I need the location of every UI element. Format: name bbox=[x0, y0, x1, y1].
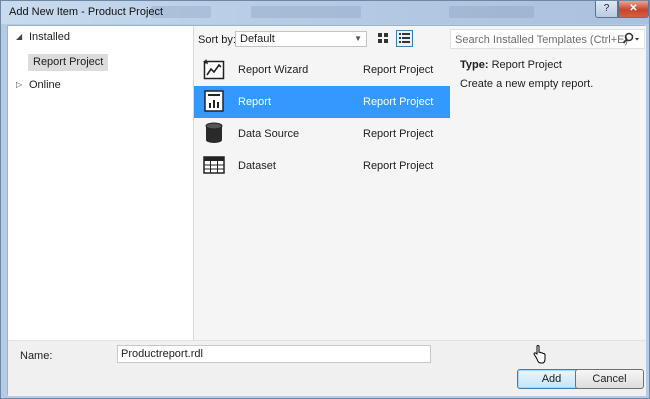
sort-by-value: Default bbox=[240, 33, 275, 45]
search-icon[interactable] bbox=[622, 32, 640, 46]
template-name: Dataset bbox=[238, 160, 276, 172]
chevron-down-icon: ▼ bbox=[354, 34, 362, 43]
template-category: Report Project bbox=[363, 128, 434, 140]
sort-by-dropdown[interactable]: Default ▼ bbox=[235, 31, 367, 47]
tree-node-report-project[interactable]: Report Project bbox=[28, 54, 109, 71]
template-type: Type: Report Project bbox=[460, 59, 562, 71]
title-bar[interactable]: Add New Item - Product Project ? ✕ bbox=[1, 1, 649, 24]
report-wizard-icon bbox=[203, 59, 225, 80]
template-category: Report Project bbox=[363, 96, 434, 108]
grid-view-button[interactable] bbox=[375, 30, 392, 47]
background-window-ghost bbox=[449, 6, 534, 18]
template-item-report-wizard[interactable]: Report Wizard Report Project bbox=[194, 54, 450, 86]
list-view-button[interactable] bbox=[396, 30, 413, 47]
tree-node-installed[interactable]: ◢ Installed bbox=[8, 28, 194, 46]
template-list-pane: Sort by: Default ▼ Report Wizard Report … bbox=[194, 26, 450, 340]
template-name: Report Wizard bbox=[238, 64, 309, 76]
template-description: Create a new empty report. bbox=[460, 78, 594, 90]
dialog-title: Add New Item - Product Project bbox=[9, 6, 164, 18]
add-new-item-dialog: Add New Item - Product Project ? ✕ ◢ Ins… bbox=[0, 0, 650, 399]
name-field[interactable] bbox=[117, 345, 431, 363]
search-templates-input[interactable]: Search Installed Templates (Ctrl+E) bbox=[450, 29, 645, 49]
name-label: Name: bbox=[20, 350, 53, 362]
template-name: Data Source bbox=[238, 128, 300, 140]
close-button[interactable]: ✕ bbox=[618, 1, 649, 18]
help-button[interactable]: ? bbox=[595, 1, 618, 18]
report-icon bbox=[204, 90, 224, 112]
database-icon bbox=[205, 122, 223, 143]
type-label: Type: bbox=[460, 59, 489, 71]
list-view-icon bbox=[399, 33, 410, 43]
template-tree: ◢ Installed Report Project ▷ Online bbox=[8, 26, 194, 340]
dialog-footer: Name: Add Cancel bbox=[8, 340, 646, 396]
template-category: Report Project bbox=[363, 64, 434, 76]
sort-by-label: Sort by: bbox=[198, 34, 236, 46]
template-name: Report bbox=[238, 96, 272, 108]
dataset-table-icon bbox=[203, 156, 225, 174]
tree-node-online[interactable]: ▷ Online bbox=[8, 76, 194, 94]
cancel-button[interactable]: Cancel bbox=[575, 369, 644, 389]
tree-node-label: Installed bbox=[29, 31, 70, 43]
dialog-content: ◢ Installed Report Project ▷ Online Sort… bbox=[7, 25, 646, 396]
search-placeholder: Search Installed Templates (Ctrl+E) bbox=[455, 34, 629, 46]
template-item-report[interactable]: Report Report Project bbox=[194, 86, 450, 118]
template-category: Report Project bbox=[363, 160, 434, 172]
tree-node-label: Online bbox=[29, 79, 61, 91]
template-item-data-source[interactable]: Data Source Report Project bbox=[194, 118, 450, 150]
template-details-pane: Search Installed Templates (Ctrl+E) Type… bbox=[450, 26, 646, 340]
hand-cursor-icon bbox=[533, 345, 546, 364]
type-value: Report Project bbox=[491, 59, 562, 71]
expanded-arrow-icon[interactable]: ◢ bbox=[16, 28, 22, 46]
collapsed-arrow-icon[interactable]: ▷ bbox=[16, 76, 22, 94]
background-window-ghost bbox=[251, 6, 361, 18]
template-item-dataset[interactable]: Dataset Report Project bbox=[194, 150, 450, 182]
grid-view-icon bbox=[378, 33, 388, 43]
